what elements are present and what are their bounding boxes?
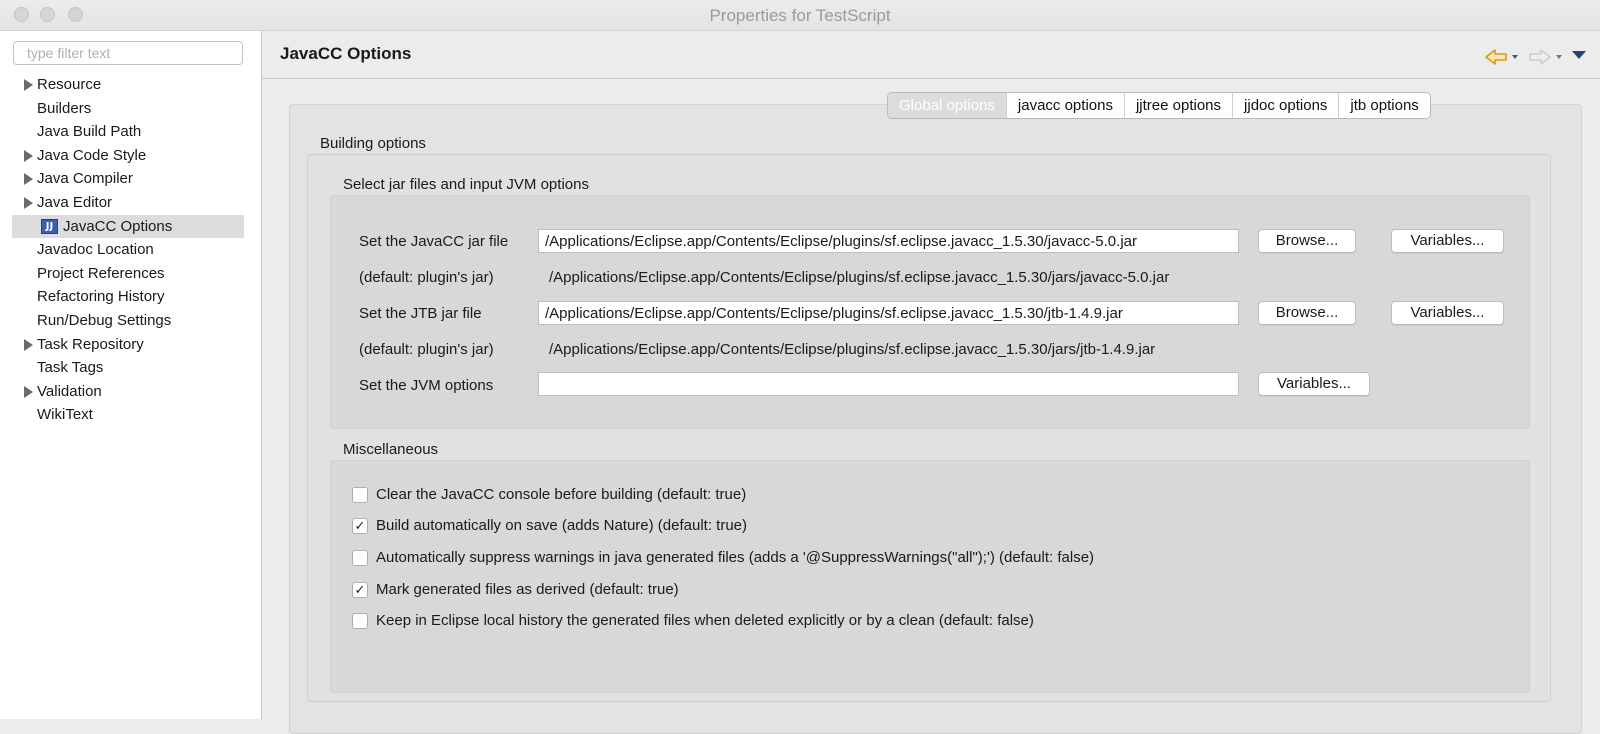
- building-options-title: Building options: [320, 135, 426, 152]
- jtb-default-value: /Applications/Eclipse.app/Contents/Eclip…: [549, 341, 1156, 358]
- unchecked-checkbox[interactable]: [352, 487, 368, 503]
- misc-option-label: Keep in Eclipse local history the genera…: [376, 612, 1034, 629]
- sidebar-item-task-tags[interactable]: Task Tags: [12, 356, 244, 380]
- sidebar-item-wikitext[interactable]: WikiText: [12, 403, 244, 427]
- tab-bar: Global options javacc options jjtree optio…: [887, 92, 1431, 119]
- tab-jjdoc-options[interactable]: jjdoc options: [1232, 93, 1339, 118]
- sidebar-item-label: Java Editor: [37, 193, 113, 211]
- javacc-variables-button[interactable]: Variables...: [1391, 229, 1504, 253]
- expand-arrow-icon[interactable]: [24, 385, 33, 398]
- sidebar-item-label: JavaCC Options: [63, 217, 173, 235]
- sidebar-item-label: Java Build Path: [37, 123, 142, 141]
- sidebar-item-label: Java Compiler: [37, 170, 133, 188]
- property-page: JavaCC Options Global options javacc opti…: [262, 31, 1600, 734]
- sidebar-item-run-debug-settings[interactable]: Run/Debug Settings: [12, 309, 244, 333]
- expand-arrow-icon[interactable]: [24, 173, 33, 186]
- javacc-jar-field[interactable]: [538, 229, 1239, 253]
- javacc-default-label: (default: plugin's jar): [359, 269, 494, 286]
- miscellaneous-title: Miscellaneous: [343, 441, 439, 458]
- jvm-variables-button[interactable]: Variables...: [1258, 372, 1370, 396]
- view-menu-icon[interactable]: [1572, 51, 1586, 59]
- sidebar-item-task-repository[interactable]: Task Repository: [12, 333, 244, 357]
- sidebar-item-validation[interactable]: Validation: [12, 380, 244, 404]
- javacc-jar-label: Set the JavaCC jar file: [359, 233, 509, 250]
- misc-option-label: Build automatically on save (adds Nature…: [376, 517, 748, 534]
- tab-jjtree-options[interactable]: jjtree options: [1123, 93, 1233, 118]
- title-bar: Properties for TestScript: [0, 0, 1600, 31]
- tab-global-options[interactable]: Global options: [888, 93, 1006, 118]
- jvm-options-field[interactable]: [538, 372, 1239, 396]
- jtb-browse-button[interactable]: Browse...: [1258, 301, 1356, 325]
- misc-option-label: Automatically suppress warnings in java …: [376, 549, 1095, 566]
- sidebar-item-java-code-style[interactable]: Java Code Style: [12, 144, 244, 168]
- expand-arrow-icon[interactable]: [24, 338, 33, 351]
- sidebar-item-builders[interactable]: Builders: [12, 97, 244, 121]
- jtb-jar-field[interactable]: [538, 301, 1239, 325]
- misc-option-label: Mark generated files as derived (default…: [376, 581, 679, 598]
- sidebar-item-project-references[interactable]: Project References: [12, 262, 244, 286]
- sidebar-item-resource[interactable]: Resource: [12, 73, 244, 97]
- sidebar-item-java-editor[interactable]: Java Editor: [12, 191, 244, 215]
- sidebar-item-label: Task Repository: [37, 335, 144, 353]
- window-title: Properties for TestScript: [709, 6, 891, 25]
- javacc-browse-button[interactable]: Browse...: [1258, 229, 1356, 253]
- preferences-sidebar: Resource Builders Java Build Path Java Code…: [0, 31, 262, 719]
- sidebar-item-refactoring-history[interactable]: Refactoring History: [12, 285, 244, 309]
- sidebar-item-label: Refactoring History: [37, 288, 165, 306]
- jar-files-title: Select jar files and input JVM options: [343, 176, 589, 193]
- checked-checkbox[interactable]: ✓: [352, 582, 368, 598]
- jtb-variables-button[interactable]: Variables...: [1391, 301, 1504, 325]
- sidebar-item-javacc-options[interactable]: JJ JavaCC Options: [12, 214, 244, 239]
- page-title: JavaCC Options: [280, 44, 412, 63]
- tab-jtb-options[interactable]: jtb options: [1338, 93, 1430, 118]
- jtb-default-label: (default: plugin's jar): [359, 341, 494, 358]
- expand-arrow-icon[interactable]: [24, 149, 33, 162]
- expand-arrow-icon[interactable]: [24, 196, 33, 209]
- sidebar-item-label: WikiText: [37, 406, 93, 424]
- page-header: JavaCC Options: [262, 31, 1600, 79]
- filter-input[interactable]: [13, 41, 243, 65]
- back-arrow-icon[interactable]: [1484, 47, 1520, 67]
- expand-arrow-icon[interactable]: [24, 79, 33, 91]
- sidebar-item-label: Resource: [37, 76, 102, 93]
- unchecked-checkbox[interactable]: [352, 550, 368, 566]
- sidebar-item-javadoc-location[interactable]: Javadoc Location: [12, 238, 244, 262]
- jtb-jar-label: Set the JTB jar file: [359, 305, 482, 322]
- property-pages-tree: Resource Builders Java Build Path Java Code…: [12, 73, 244, 427]
- sidebar-item-label: Run/Debug Settings: [37, 311, 172, 329]
- misc-option-label: Clear the JavaCC console before building…: [376, 486, 747, 503]
- javacc-jj-icon: JJ: [41, 218, 58, 234]
- sidebar-item-label: Javadoc Location: [37, 241, 154, 259]
- sidebar-item-label: Project References: [37, 264, 165, 282]
- sidebar-item-java-build-path[interactable]: Java Build Path: [12, 120, 244, 144]
- sidebar-item-label: Task Tags: [37, 359, 104, 377]
- javacc-default-value: /Applications/Eclipse.app/Contents/Eclip…: [549, 269, 1170, 286]
- tab-javacc-options[interactable]: javacc options: [1005, 93, 1124, 118]
- sidebar-item-label: Java Code Style: [37, 146, 147, 164]
- forward-arrow-icon[interactable]: [1528, 47, 1564, 67]
- sidebar-item-label: Builders: [37, 99, 92, 117]
- sidebar-item-java-compiler[interactable]: Java Compiler: [12, 167, 244, 191]
- unchecked-checkbox[interactable]: [352, 613, 368, 629]
- jvm-options-label: Set the JVM options: [359, 377, 494, 394]
- sidebar-item-label: Validation: [37, 382, 102, 400]
- checked-checkbox[interactable]: ✓: [352, 518, 368, 534]
